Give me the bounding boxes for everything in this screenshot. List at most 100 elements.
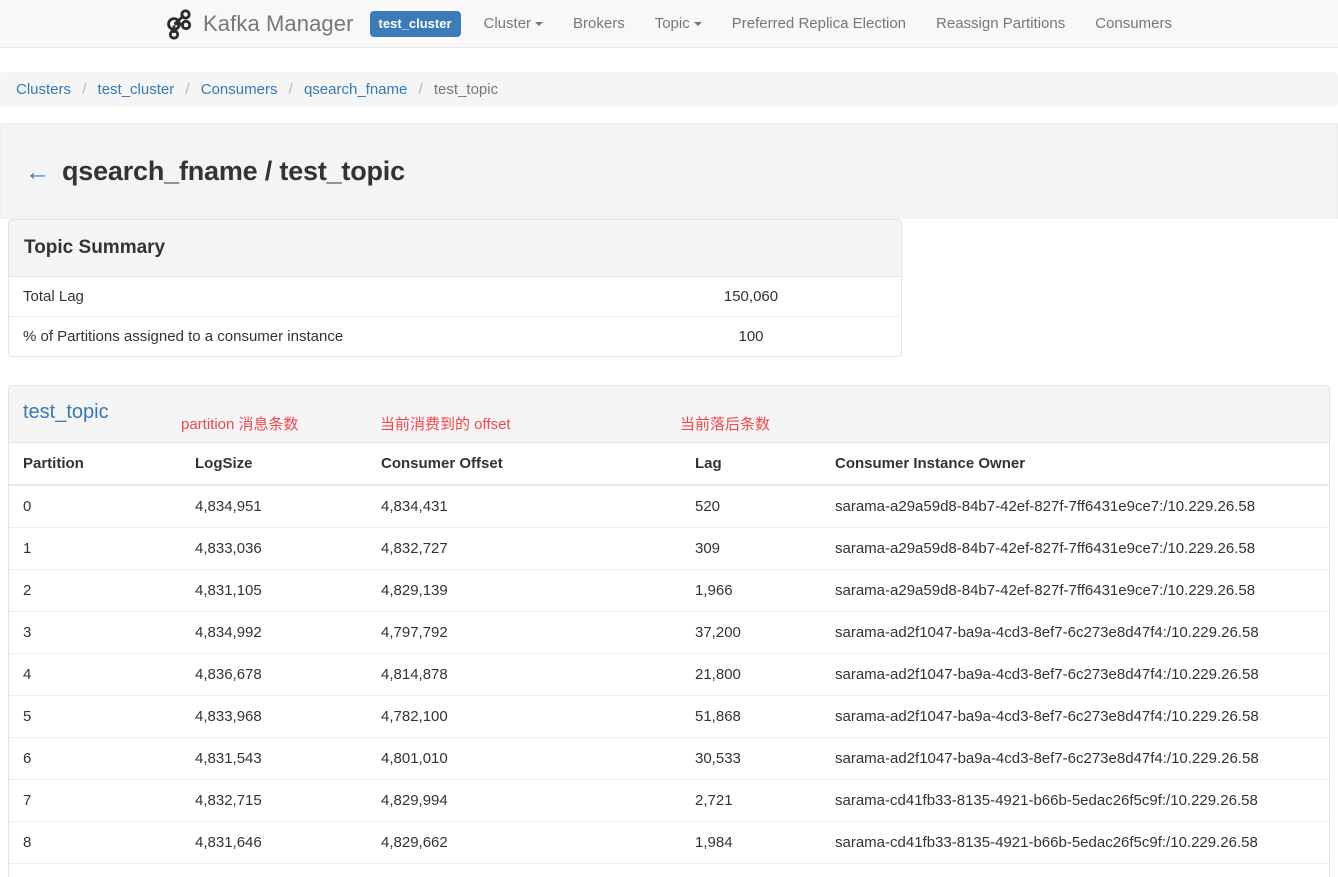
kafka-logo-icon (163, 7, 197, 41)
nav-item-cluster-label: Cluster (483, 14, 532, 32)
cell-lag: 37,200 (695, 611, 835, 654)
chevron-down-icon (535, 21, 544, 26)
cell-partition: 9 (9, 863, 195, 877)
annotation-logsize: partition 消息条数 (181, 416, 299, 433)
cell-partition: 8 (9, 821, 195, 864)
table-row: 94,831,3454,830,1861,159sarama-cd41fb33-… (9, 863, 1329, 877)
column-header-lag: Lag (695, 443, 835, 486)
cell-logsize: 4,834,951 (195, 485, 381, 528)
table-row: 4 4,836,678 4,814,878 21,800 sarama-ad2f1047… (9, 653, 1329, 696)
cell-consumer-instance-owner: sarama-a29a59d8-84b7-42ef-827f-7ff6431e9… (835, 569, 1329, 612)
page-title: qsearch_fname / test_topic (62, 156, 405, 186)
breadcrumb-item-consumers[interactable]: Consumers (201, 81, 278, 98)
table-row: 2 4,831,105 4,829,139 1,966 sarama-a29a59d8-… (9, 569, 1329, 612)
nav-item-reassign-partitions[interactable]: Reassign Partitions (921, 0, 1080, 48)
summary-value-pct-partitions: 100 (738, 328, 764, 345)
page-header: ← qsearch_fname / test_topic (0, 123, 1338, 219)
cell-logsize: 4,834,992 (195, 611, 381, 654)
cell-consumer-offset: 4,829,139 (381, 569, 695, 612)
topic-partitions-panel-heading: test_topic partition 消息条数 当前消费到的 offset … (9, 386, 1329, 443)
cell-consumer-offset: 4,829,662 (381, 821, 695, 864)
cell-consumer-instance-owner: sarama-cd41fb33-8135-4921-b66b-5edac26f5… (835, 779, 1329, 822)
cell-lag: 1,984 (695, 821, 835, 864)
chevron-down-icon (693, 21, 702, 26)
cell-consumer-instance-owner: sarama-a29a59d8-84b7-42ef-827f-7ff6431e9… (835, 527, 1329, 570)
table-row: % of Partitions assigned to a consumer i… (9, 317, 901, 357)
nav-item-topic[interactable]: Topic (640, 0, 717, 48)
breadcrumb-separator: / (82, 81, 87, 98)
topic-summary-heading: Topic Summary (9, 220, 901, 277)
cell-consumer-offset: 4,782,100 (381, 695, 695, 738)
table-row: Total Lag 150,060 (9, 277, 901, 317)
cell-consumer-instance-owner: sarama-cd41fb33-8135-4921-b66b-5edac26f5… (835, 863, 1329, 877)
cell-lag: 309 (695, 527, 835, 570)
table-row: 8 4,831,646 4,829,662 1,984 sarama-cd41fb33-… (9, 821, 1329, 864)
cell-partition: 5 (9, 695, 195, 738)
table-row: 6 4,831,543 4,801,010 30,533 sarama-ad2f1047… (9, 737, 1329, 780)
breadcrumb-item-test-cluster[interactable]: test_cluster (98, 81, 175, 98)
breadcrumb-separator: / (185, 81, 190, 98)
breadcrumb-separator: / (418, 81, 423, 98)
cell-logsize: 4,836,678 (195, 653, 381, 696)
cell-partition: 3 (9, 611, 195, 654)
cell-consumer-offset: 4,829,994 (381, 779, 695, 822)
cell-consumer-offset: 4,830,186 (381, 863, 695, 877)
summary-label-pct-partitions: % of Partitions assigned to a consumer i… (23, 328, 344, 345)
cell-logsize: 4,833,968 (195, 695, 381, 738)
cell-lag: 51,868 (695, 695, 835, 738)
cell-consumer-offset: 4,834,431 (381, 485, 695, 528)
nav-item-preferred-replica-election[interactable]: Preferred Replica Election (717, 0, 921, 48)
cell-partition: 1 (9, 527, 195, 570)
cell-consumer-instance-owner: sarama-ad2f1047-ba9a-4cd3-8ef7-6c273e8d4… (835, 695, 1329, 738)
table-header-row: Partition LogSize Consumer Offset Lag Co… (9, 443, 1329, 486)
breadcrumb-item-active: test_topic (433, 81, 499, 98)
back-arrow-icon[interactable]: ← (25, 160, 50, 185)
table-row: 5 4,833,968 4,782,100 51,868 sarama-ad2f1047… (9, 695, 1329, 738)
cell-consumer-instance-owner: sarama-cd41fb33-8135-4921-b66b-5edac26f5… (835, 821, 1329, 864)
column-header-consumer-instance-owner: Consumer Instance Owner (835, 443, 1329, 486)
brand-home-link[interactable]: Kafka Manager (159, 0, 366, 48)
cell-consumer-offset: 4,801,010 (381, 737, 695, 780)
cell-partition: 6 (9, 737, 195, 780)
cell-lag: 1,159 (695, 863, 835, 877)
cell-lag: 21,800 (695, 653, 835, 696)
breadcrumb-item-qsearch-fname[interactable]: qsearch_fname (304, 81, 407, 98)
cell-consumer-offset: 4,814,878 (381, 653, 695, 696)
brand-title: Kafka Manager (203, 10, 354, 36)
cell-logsize: 4,832,715 (195, 779, 381, 822)
cell-logsize: 4,831,345 (195, 863, 381, 877)
cell-consumer-instance-owner: sarama-ad2f1047-ba9a-4cd3-8ef7-6c273e8d4… (835, 737, 1329, 780)
table-row: 7 4,832,715 4,829,994 2,721 sarama-cd41fb33-… (9, 779, 1329, 822)
partitions-table: Partition LogSize Consumer Offset Lag Co… (9, 443, 1329, 877)
cell-logsize: 4,831,543 (195, 737, 381, 780)
cell-consumer-offset: 4,797,792 (381, 611, 695, 654)
cell-consumer-instance-owner: sarama-ad2f1047-ba9a-4cd3-8ef7-6c273e8d4… (835, 653, 1329, 696)
cell-partition: 7 (9, 779, 195, 822)
cell-consumer-instance-owner: sarama-ad2f1047-ba9a-4cd3-8ef7-6c273e8d4… (835, 611, 1329, 654)
cluster-badge[interactable]: test_cluster (369, 10, 461, 37)
cell-lag: 30,533 (695, 737, 835, 780)
breadcrumb: Clusters / test_cluster / Consumers / qs… (0, 72, 1338, 107)
column-header-consumer-offset: Consumer Offset (381, 443, 695, 486)
annotation-consumer-offset: 当前消费到的 offset (380, 416, 511, 433)
cell-lag: 520 (695, 485, 835, 528)
table-row: 3 4,834,992 4,797,792 37,200 sarama-ad2f1047… (9, 611, 1329, 654)
breadcrumb-separator: / (288, 81, 293, 98)
cell-logsize: 4,831,105 (195, 569, 381, 612)
topic-summary-panel: Topic Summary Total Lag 150,060 % of Par… (8, 219, 902, 357)
nav-item-consumers[interactable]: Consumers (1080, 0, 1187, 48)
cell-consumer-offset: 4,832,727 (381, 527, 695, 570)
topic-name-link[interactable]: test_topic (23, 401, 109, 424)
summary-value-total-lag: 150,060 (601, 277, 901, 317)
column-header-logsize: LogSize (195, 443, 381, 486)
cell-logsize: 4,831,646 (195, 821, 381, 864)
cell-consumer-instance-owner: sarama-a29a59d8-84b7-42ef-827f-7ff6431e9… (835, 485, 1329, 528)
nav-item-brokers[interactable]: Brokers (558, 0, 640, 48)
cell-logsize: 4,833,036 (195, 527, 381, 570)
nav-item-topic-label: Topic (654, 14, 690, 32)
topic-partitions-panel: test_topic partition 消息条数 当前消费到的 offset … (8, 385, 1330, 877)
cell-partition: 4 (9, 653, 195, 696)
breadcrumb-item-clusters[interactable]: Clusters (16, 81, 71, 98)
nav-item-cluster[interactable]: Cluster (469, 0, 559, 48)
cell-partition: 2 (9, 569, 195, 612)
